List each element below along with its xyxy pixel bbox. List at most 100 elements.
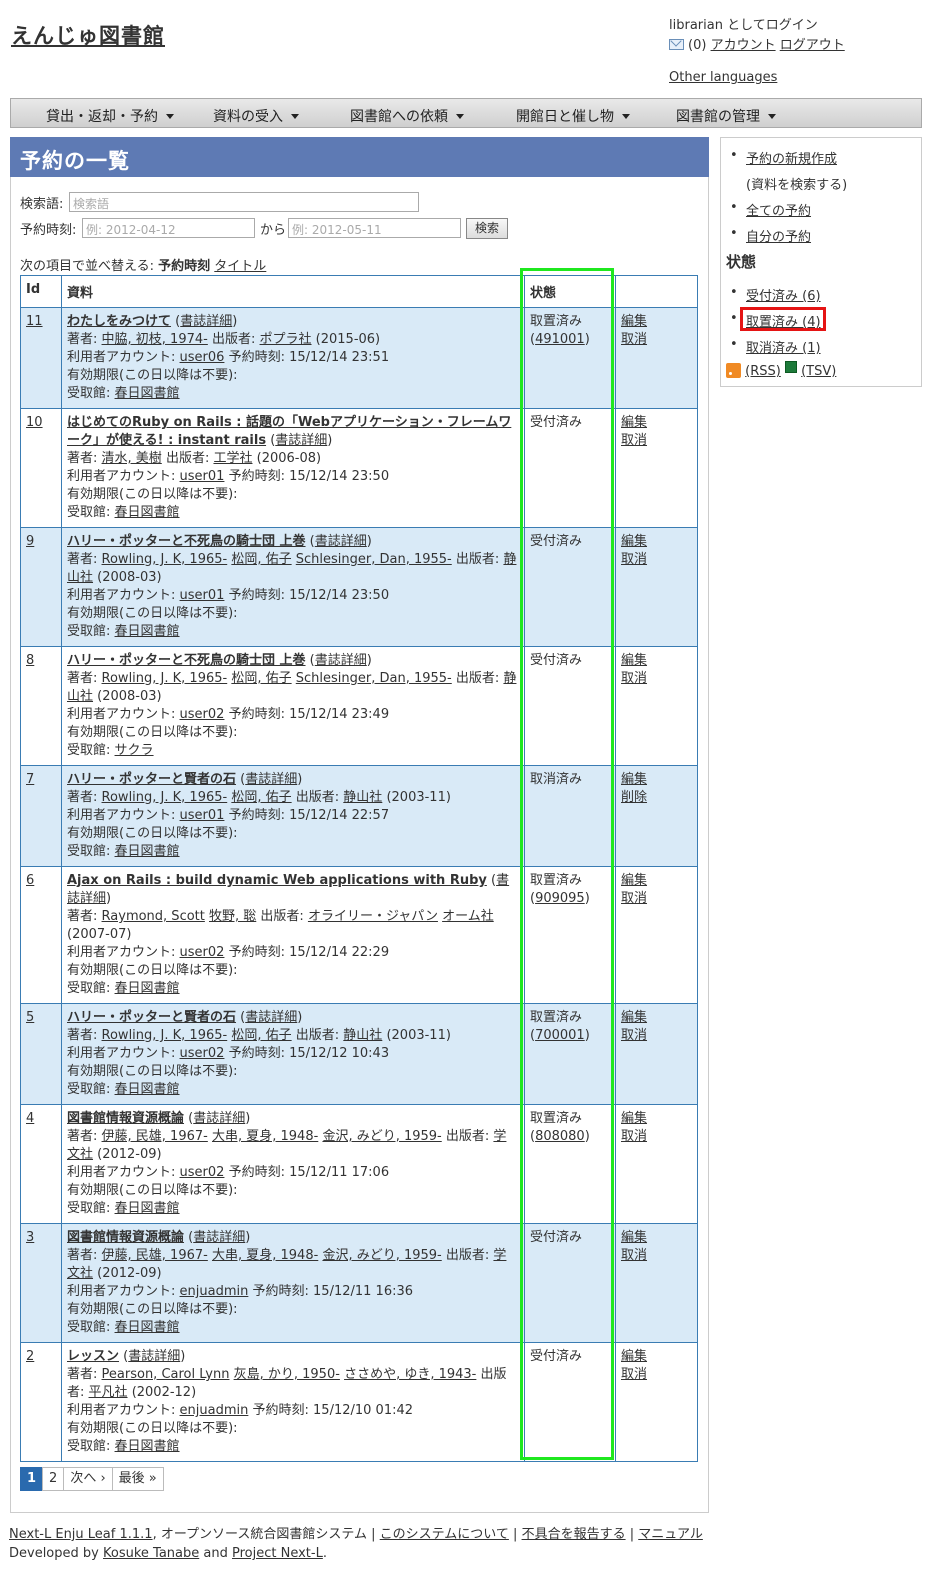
library-link[interactable]: 春日図書館 [115, 1082, 180, 1097]
edit-link[interactable]: 編集 [621, 1111, 647, 1126]
cancel-link[interactable]: 取消 [621, 671, 647, 686]
date-from-input[interactable]: 例: 2012-04-12 [82, 218, 255, 238]
user-link[interactable]: user02 [180, 945, 225, 960]
author-link[interactable]: 金沢, みどり, 1959- [322, 1129, 441, 1144]
edit-link[interactable]: 編集 [621, 1230, 647, 1245]
other-languages-link[interactable]: Other languages [669, 70, 777, 85]
cancel-link[interactable]: 取消 [621, 891, 647, 906]
author-link[interactable]: 金沢, みどり, 1959- [322, 1248, 441, 1263]
author-link[interactable]: 牧野, 聡 [209, 909, 256, 924]
status-canceled-link[interactable]: 取消済み (1) [746, 341, 821, 356]
author-link[interactable]: 松岡, 佑子 [231, 671, 291, 686]
author-link[interactable]: Rowling, J. K, 1965- [102, 552, 228, 567]
detail-link[interactable]: 書誌詳細 [275, 433, 327, 448]
edit-link[interactable]: 編集 [621, 653, 647, 668]
rss-icon[interactable] [726, 363, 741, 378]
cancel-link[interactable]: 取消 [621, 433, 647, 448]
cancel-link[interactable]: 削除 [621, 790, 647, 805]
menu-circulation[interactable]: 貸出・返却・予約 [46, 106, 174, 126]
author-link[interactable]: Schlesinger, Dan, 1955- [296, 671, 452, 686]
author-link[interactable]: Rowling, J. K, 1965- [102, 1028, 228, 1043]
reservation-id-link[interactable]: 11 [26, 314, 43, 329]
library-link[interactable]: 春日図書館 [115, 1439, 180, 1454]
reservation-id-link[interactable]: 6 [26, 873, 34, 888]
about-link[interactable]: このシステムについて [380, 1527, 509, 1542]
site-title[interactable]: えんじゅ図書館 [11, 20, 165, 50]
cancel-link[interactable]: 取消 [621, 1028, 647, 1043]
author-link[interactable]: 大串, 夏身, 1948- [212, 1129, 318, 1144]
detail-link[interactable]: 書誌詳細 [245, 772, 297, 787]
reservation-id-link[interactable]: 8 [26, 653, 34, 668]
author-link[interactable]: Schlesinger, Dan, 1955- [296, 552, 452, 567]
publisher-link[interactable]: 平凡社 [89, 1385, 128, 1400]
edit-link[interactable]: 編集 [621, 415, 647, 430]
author-link[interactable]: 伊藤, 民雄, 1967- [102, 1248, 208, 1263]
manual-link[interactable]: マニュアル [638, 1527, 703, 1542]
search-button[interactable]: 検索 [466, 218, 508, 239]
user-link[interactable]: user01 [180, 808, 225, 823]
sort-by-title-link[interactable]: タイトル [214, 259, 266, 274]
publisher-link[interactable]: ポプラ社 [260, 332, 312, 347]
reservation-id-link[interactable]: 10 [26, 415, 43, 430]
product-link[interactable]: Next-L Enju Leaf 1.1.1 [9, 1527, 153, 1542]
user-link[interactable]: enjuadmin [180, 1403, 249, 1418]
cancel-link[interactable]: 取消 [621, 1367, 647, 1382]
title-link[interactable]: Ajax on Rails : build dynamic Web applic… [67, 873, 487, 888]
author-link[interactable]: ささめや, ゆき, 1943- [344, 1367, 476, 1382]
user-link[interactable]: user02 [180, 707, 225, 722]
library-link[interactable]: 春日図書館 [115, 505, 180, 520]
author-link[interactable]: 松岡, 佑子 [231, 552, 291, 567]
title-link[interactable]: ハリー・ポッターと賢者の石 [67, 772, 236, 787]
title-link[interactable]: わたしをみつけて [67, 314, 171, 329]
author-link[interactable]: Kosuke Tanabe [103, 1546, 199, 1561]
title-link[interactable]: 図書館情報資源概論 [67, 1230, 184, 1245]
title-link[interactable]: ハリー・ポッターと不死鳥の騎士団 上巻 [67, 534, 306, 549]
publisher-link[interactable]: 静山社 [343, 1028, 382, 1043]
menu-admin[interactable]: 図書館の管理 [676, 106, 776, 126]
cancel-link[interactable]: 取消 [621, 332, 647, 347]
last-page[interactable]: 最後 » [111, 1467, 164, 1491]
date-to-input[interactable]: 例: 2012-05-11 [288, 218, 461, 238]
library-link[interactable]: サクラ [115, 743, 154, 758]
author-link[interactable]: Pearson, Carol Lynn [102, 1367, 230, 1382]
detail-link[interactable]: 書誌詳細 [180, 314, 232, 329]
publisher-link[interactable]: 静山社 [343, 790, 382, 805]
new-reservation-link[interactable]: 予約の新規作成 [746, 152, 837, 167]
report-bug-link[interactable]: 不具合を報告する [522, 1527, 626, 1542]
publisher-link[interactable]: オーム社 [442, 909, 494, 924]
detail-link[interactable]: 書誌詳細 [193, 1111, 245, 1126]
user-link[interactable]: user02 [180, 1165, 225, 1180]
author-link[interactable]: 大串, 夏身, 1948- [212, 1248, 318, 1263]
user-link[interactable]: user01 [180, 588, 225, 603]
project-link[interactable]: Project Next-L [232, 1546, 323, 1561]
author-link[interactable]: 清水, 美樹 [102, 451, 162, 466]
mail-icon[interactable] [669, 39, 684, 50]
spreadsheet-icon[interactable] [784, 361, 797, 373]
rss-link[interactable]: (RSS) [745, 364, 781, 379]
library-link[interactable]: 春日図書館 [115, 1201, 180, 1216]
title-link[interactable]: ハリー・ポッターと賢者の石 [67, 1010, 236, 1025]
publisher-link[interactable]: オライリー・ジャパン [308, 909, 438, 924]
page-2[interactable]: 2 [42, 1467, 65, 1491]
search-input[interactable]: 検索語 [69, 192, 419, 212]
author-link[interactable]: 中脇, 初枝, 1974- [102, 332, 208, 347]
reservation-id-link[interactable]: 3 [26, 1230, 34, 1245]
cancel-link[interactable]: 取消 [621, 1248, 647, 1263]
library-link[interactable]: 春日図書館 [115, 624, 180, 639]
reservation-id-link[interactable]: 5 [26, 1010, 34, 1025]
page-1[interactable]: 1 [20, 1467, 44, 1491]
user-link[interactable]: user06 [180, 350, 225, 365]
all-reservations-link[interactable]: 全ての予約 [746, 204, 811, 219]
next-page[interactable]: 次へ › [63, 1467, 113, 1491]
account-link[interactable]: アカウント [711, 38, 776, 53]
reservation-id-link[interactable]: 4 [26, 1111, 34, 1126]
reservation-id-link[interactable]: 9 [26, 534, 34, 549]
edit-link[interactable]: 編集 [621, 314, 647, 329]
title-link[interactable]: ハリー・ポッターと不死鳥の騎士団 上巻 [67, 653, 306, 668]
edit-link[interactable]: 編集 [621, 1349, 647, 1364]
edit-link[interactable]: 編集 [621, 1010, 647, 1025]
edit-link[interactable]: 編集 [621, 873, 647, 888]
logout-link[interactable]: ログアウト [780, 38, 845, 53]
title-link[interactable]: 図書館情報資源概論 [67, 1111, 184, 1126]
library-link[interactable]: 春日図書館 [115, 981, 180, 996]
